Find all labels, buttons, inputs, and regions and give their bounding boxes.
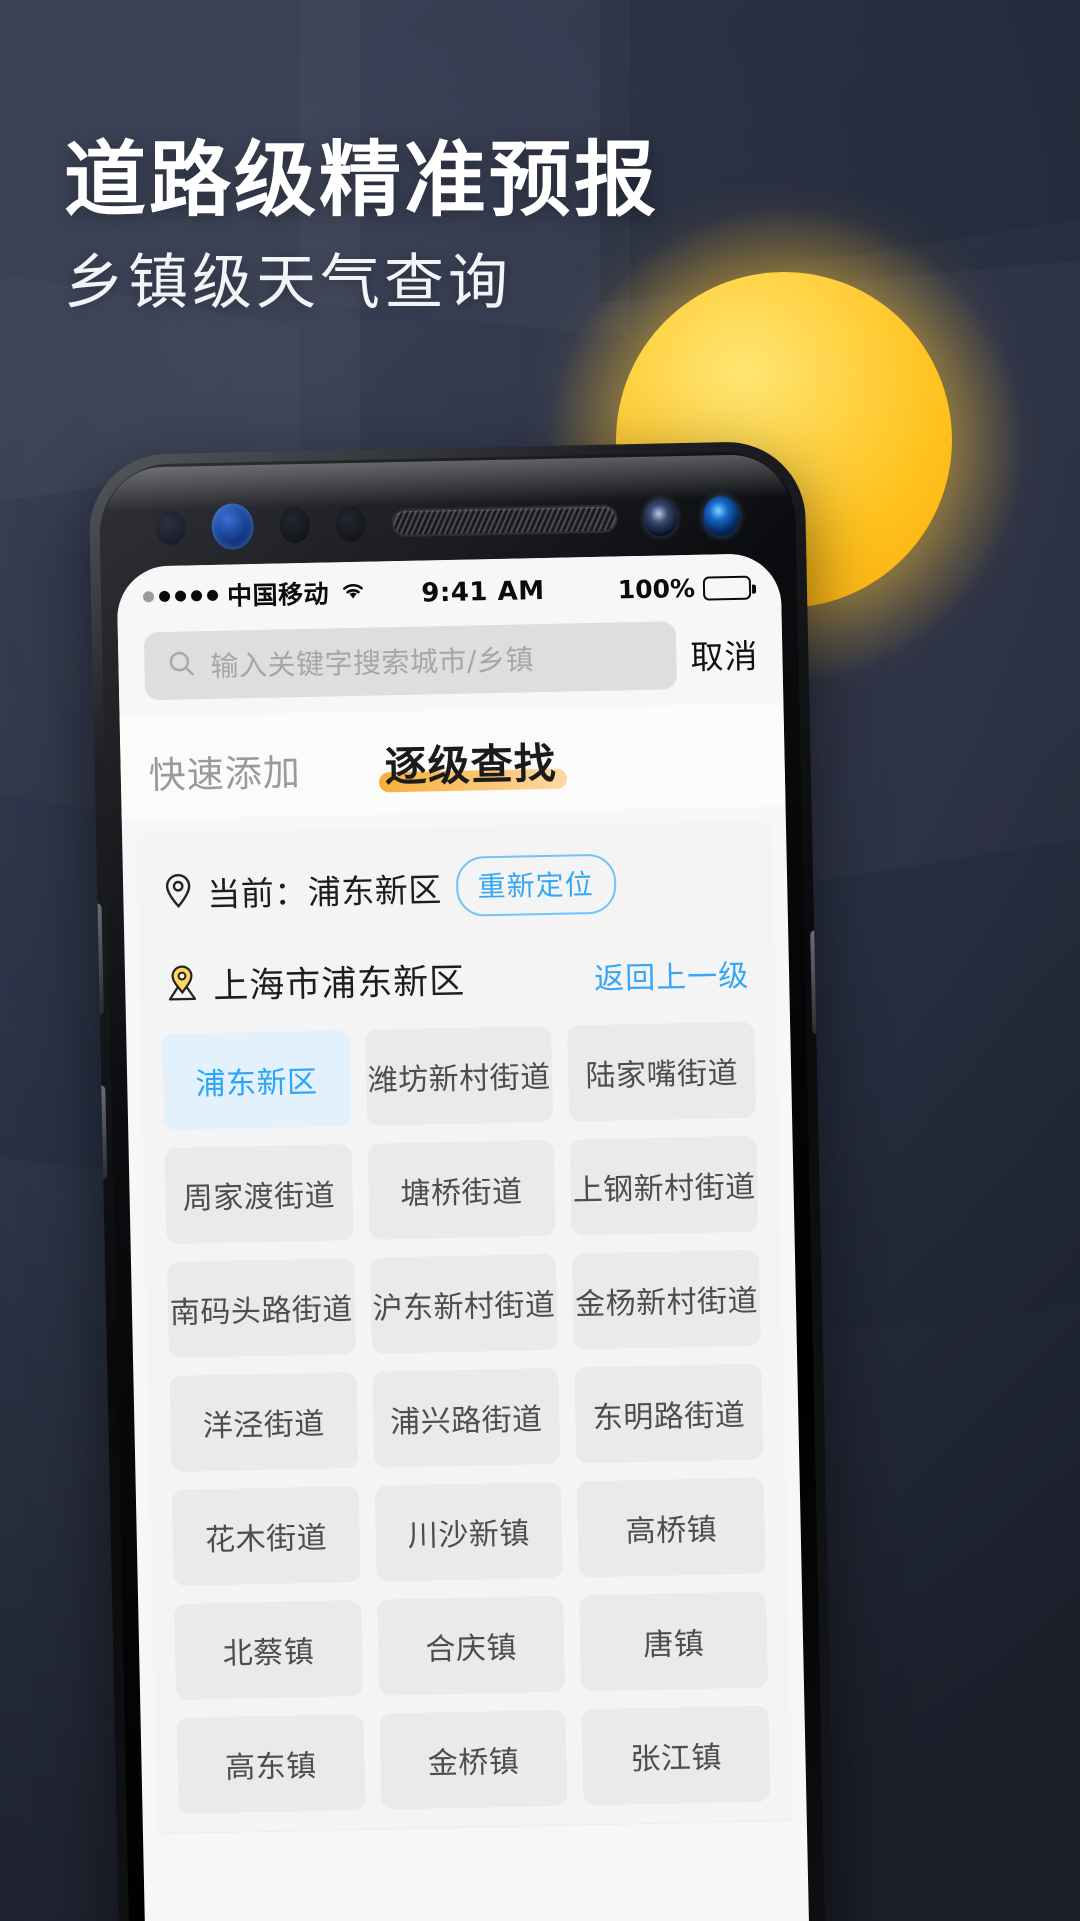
ir-sensor-icon [335,505,366,543]
region-grid: 浦东新区 潍坊新村街道 陆家嘴街道周家渡街道 塘桥街道 上钢新村街道南码头路街道 沪东新村… [140,1021,793,1834]
promo-text-block: 道路级精准预报 乡镇级天气查询 [64,135,944,317]
region-cell[interactable]: 川沙新镇 [374,1481,564,1582]
region-cell-label: 花木街道 [204,1520,328,1559]
region-cell[interactable]: 陆家嘴街道 [567,1021,757,1122]
tab-drill-down-label: 逐级查找 [384,738,558,792]
status-bar-right: 100% [617,573,752,605]
carrier-label: 中国移动 [226,579,330,611]
region-cell-label: 合庆镇 [425,1630,518,1668]
region-cell-label: 南码头路街道 [169,1292,354,1331]
tab-quick-add[interactable]: 快速添加 [148,742,301,799]
region-cell[interactable]: 唐镇 [579,1591,769,1692]
region-cell-label: 洋泾街道 [202,1406,326,1445]
region-cell-label: 北蔡镇 [222,1635,315,1672]
battery-percent-label: 100% [617,573,696,605]
region-cell-label: 沪东新村街道 [372,1287,556,1327]
current-location-label: 当前：浦东新区 [206,870,443,915]
region-cell-label: 上钢新村街道 [572,1169,757,1209]
led-indicator-icon [643,498,678,537]
phone-mockup: 中国移动 9:41 AM 100% 输入关键字搜索城市/乡镇 取消 快速添加 逐… [88,440,837,1921]
search-bar-row: 输入关键字搜索城市/乡镇 取消 [117,605,784,717]
search-placeholder: 输入关键字搜索城市/乡镇 [210,643,535,683]
region-cell-label: 浦兴路街道 [389,1402,543,1441]
region-cell-label: 浦东新区 [195,1064,318,1103]
promo-subheadline: 乡镇级天气查询 [64,249,512,317]
region-cell[interactable]: 周家渡街道 [164,1144,354,1245]
region-cell[interactable]: 合庆镇 [376,1595,566,1696]
breadcrumb-left: 上海市浦东新区 [165,950,595,1010]
clock-label: 9:41 AM [421,575,545,609]
region-cell[interactable]: 北蔡镇 [174,1600,363,1700]
signal-strength-icon [142,589,219,602]
promo-headline: 道路级精准预报 [64,135,660,226]
region-cell[interactable]: 塘桥街道 [367,1139,556,1240]
region-cell[interactable]: 花木街道 [171,1486,361,1586]
location-picker-card: 当前：浦东新区 重新定位 上海市浦东新区 返回上一级 浦东新区 潍坊新村街道 陆… [136,820,793,1835]
battery-full-icon [702,575,752,601]
earpiece-speaker-icon [391,504,618,538]
region-cell-label: 唐镇 [642,1626,705,1664]
region-cell[interactable]: 高东镇 [176,1714,366,1814]
region-cell[interactable]: 东明路街道 [574,1363,764,1464]
region-cell[interactable]: 张江镇 [581,1705,771,1806]
region-cell[interactable]: 浦兴路街道 [371,1367,561,1468]
region-cell-label: 高东镇 [224,1749,318,1786]
front-camera-icon [703,495,740,537]
search-input[interactable]: 输入关键字搜索城市/乡镇 [143,621,678,701]
map-pin-yellow-icon [165,963,200,1006]
current-location-row: 当前：浦东新区 重新定位 [136,820,774,943]
region-cell-label: 金桥镇 [427,1744,520,1782]
proximity-sensor-icon [155,510,186,546]
region-cell[interactable]: 浦东新区 [162,1030,351,1131]
region-cell[interactable]: 上钢新村街道 [569,1135,759,1236]
breadcrumb-path-label: 上海市浦东新区 [212,961,466,1007]
location-pin-icon [163,872,194,913]
phone-screen: 中国移动 9:41 AM 100% 输入关键字搜索城市/乡镇 取消 快速添加 逐… [116,553,811,1921]
tab-bar: 快速添加 逐级查找 [119,702,786,820]
search-icon [166,648,197,683]
light-sensor-icon [279,506,310,544]
region-cell-label: 金杨新村街道 [574,1283,759,1323]
status-bar-left: 中国移动 [142,574,369,615]
region-cell[interactable]: 金桥镇 [379,1709,568,1810]
wifi-icon [338,577,369,608]
region-cell-label: 潍坊新村街道 [367,1059,552,1099]
region-cell-label: 高桥镇 [625,1512,718,1550]
region-cell-label: 张江镇 [630,1740,723,1778]
region-cell-label: 陆家嘴街道 [585,1056,739,1095]
back-one-level-link[interactable]: 返回上一级 [594,950,750,997]
relocate-button[interactable]: 重新定位 [455,853,617,917]
region-cell-label: 川沙新镇 [407,1516,531,1555]
region-cell[interactable]: 高桥镇 [577,1477,766,1578]
region-cell[interactable]: 沪东新村街道 [369,1253,559,1354]
region-cell-label: 塘桥街道 [400,1174,523,1213]
cancel-button[interactable]: 取消 [690,629,761,678]
tab-drill-down[interactable]: 逐级查找 [378,730,568,795]
iris-scanner-icon [211,503,255,550]
region-cell[interactable]: 洋泾街道 [169,1372,358,1472]
region-cell[interactable]: 南码头路街道 [166,1258,356,1359]
tab-quick-add-label: 快速添加 [148,751,302,798]
region-cell-label: 东明路街道 [592,1397,746,1437]
breadcrumb: 上海市浦东新区 返回上一级 [138,930,776,1034]
region-cell[interactable]: 潍坊新村街道 [364,1025,554,1126]
region-cell-label: 周家渡街道 [182,1178,336,1217]
region-cell[interactable]: 金杨新村街道 [572,1249,761,1350]
